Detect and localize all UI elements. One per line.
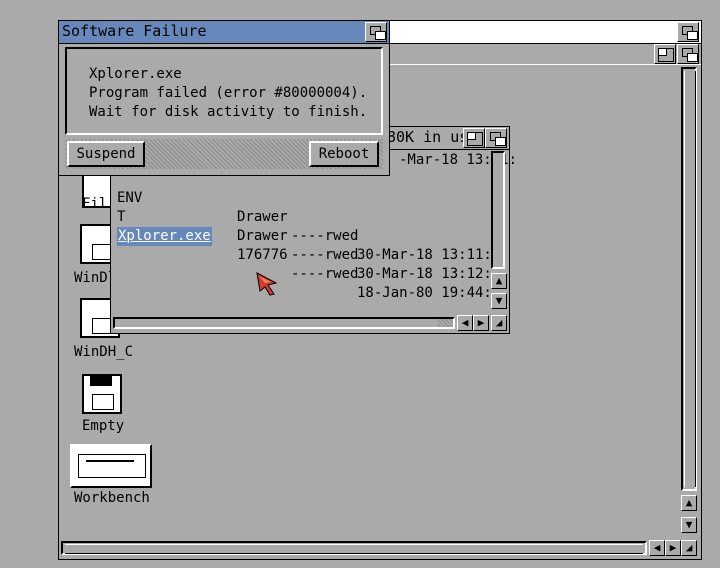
file-size: Drawer bbox=[237, 209, 288, 225]
scroll-up-arrow-icon[interactable]: ▲ bbox=[681, 495, 697, 511]
requester-line2: Program failed (error #80000004). bbox=[89, 85, 368, 101]
drawer-depth-gadget-icon[interactable] bbox=[485, 128, 507, 148]
disk-shutter-icon bbox=[90, 376, 112, 386]
disk-label-icon bbox=[92, 244, 112, 260]
vertical-scrollbar-thumb[interactable] bbox=[684, 71, 696, 487]
zoom-gadget-icon[interactable] bbox=[654, 44, 676, 64]
requester-line1: Xplorer.exe bbox=[89, 66, 182, 82]
drawer-scroll-up-arrow-icon[interactable]: ▲ bbox=[491, 273, 507, 289]
drawer-scroll-down-arrow-icon[interactable]: ▼ bbox=[491, 293, 507, 309]
list-item[interactable]: T Drawer ----rwed 30-Mar-18 13:12: bbox=[115, 189, 492, 282]
drawer-horizontal-scrollbar[interactable] bbox=[113, 317, 455, 329]
file-protection: ----rwed bbox=[291, 266, 359, 282]
file-size: Drawer bbox=[237, 228, 288, 244]
scroll-down-arrow-icon[interactable]: ▼ bbox=[681, 517, 697, 533]
requester-line3: Wait for disk activity to finish. bbox=[89, 104, 368, 120]
resize-gadget-icon[interactable]: ◢ bbox=[681, 540, 697, 556]
file-protection: ----rwed bbox=[291, 228, 359, 244]
drawer-resize-gadget-icon[interactable]: ◢ bbox=[491, 315, 507, 331]
depth-gadget-icon-2[interactable] bbox=[677, 44, 699, 64]
icon-label: Workbench bbox=[74, 490, 150, 506]
mouse-pointer-icon bbox=[256, 272, 278, 296]
drawer-scroll-left-arrow-icon[interactable]: ◀ bbox=[457, 315, 473, 331]
requester-title: Software Failure bbox=[62, 22, 207, 40]
workbench-drive-icon bbox=[70, 444, 152, 488]
icon-label: WinDH_C bbox=[74, 344, 134, 360]
file-size: 176776 bbox=[237, 247, 288, 263]
drawer-title: 80K in us bbox=[387, 128, 469, 146]
file-date: 30-Mar-18 13:11: bbox=[357, 247, 492, 263]
requester-depth-gadget-icon[interactable] bbox=[365, 22, 387, 42]
file-list: -Mar-18 13:11: ENV Drawer ----rwed 30-Ma… bbox=[115, 151, 517, 321]
drawer-zoom-gadget-icon[interactable] bbox=[463, 128, 485, 148]
suspend-button[interactable]: Suspend bbox=[67, 141, 145, 167]
scroll-right-arrow-icon[interactable]: ▶ bbox=[665, 540, 681, 556]
drawer-vertical-scrollbar[interactable] bbox=[491, 151, 505, 269]
horizontal-scrollbar-thumb[interactable] bbox=[65, 544, 643, 554]
drawer-horizontal-scrollbar-thumb[interactable] bbox=[437, 319, 453, 327]
disk-label-icon bbox=[92, 394, 114, 410]
file-protection: ----rwed bbox=[291, 247, 359, 263]
icon-empty[interactable]: Empty bbox=[78, 372, 128, 438]
scroll-left-arrow-icon[interactable]: ◀ bbox=[649, 540, 665, 556]
icon-label: Empty bbox=[82, 418, 125, 434]
file-name: Xplorer.exe bbox=[117, 227, 212, 246]
icon-workbench[interactable]: Workbench bbox=[70, 444, 160, 510]
file-date: 18-Jan-80 19:44: bbox=[357, 285, 492, 301]
disk-label-icon bbox=[92, 318, 112, 334]
file-date: 30-Mar-18 13:12: bbox=[357, 266, 492, 282]
depth-gadget-icon[interactable] bbox=[677, 22, 699, 42]
drawer-scroll-right-arrow-icon[interactable]: ▶ bbox=[473, 315, 489, 331]
requester-message-panel: Xplorer.exe Program failed (error #80000… bbox=[65, 47, 383, 135]
list-item-selected[interactable]: Xplorer.exe 176776 ----rwed 18-Jan-80 19… bbox=[115, 208, 492, 301]
software-failure-requester: Software Failure Xplorer.exe Program fai… bbox=[58, 20, 390, 176]
reboot-button[interactable]: Reboot bbox=[309, 141, 379, 167]
icon-label: Fil bbox=[82, 196, 108, 212]
